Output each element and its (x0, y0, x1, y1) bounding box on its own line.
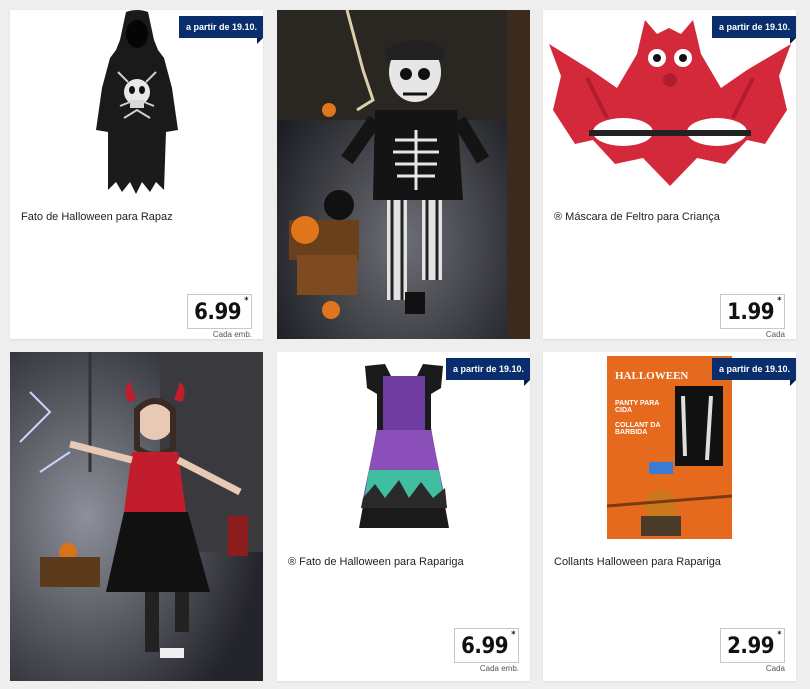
lifestyle-photo-devil-girl[interactable] (10, 352, 263, 681)
skeleton-boy-scene (277, 10, 530, 339)
availability-badge: a partir de 19.10. (711, 358, 796, 386)
devil-girl-scene (10, 352, 263, 681)
price-value: 6.99 (194, 300, 241, 325)
price-unit: Cada (765, 664, 785, 673)
product-card-boy-costume[interactable]: a partir de 19.10. Fato de Halloween par… (10, 10, 263, 339)
availability-badge: a partir de 19.10. (445, 358, 530, 386)
product-name[interactable]: ® Máscara de Feltro para Criança (554, 211, 720, 223)
product-image-tights-pack[interactable]: HALLOWEEN PANTY PARA CIDA COLLANT DA BAR… (607, 356, 732, 539)
product-name[interactable]: ® Fato de Halloween para Rapariga (288, 556, 464, 568)
price-box: 1.99 * (720, 294, 785, 329)
product-image-witch-dress[interactable] (355, 358, 453, 536)
price-asterisk: * (244, 296, 248, 306)
product-image-bat-mask[interactable] (547, 18, 793, 198)
price-value: 1.99 (727, 300, 774, 325)
price-box: 6.99 * (454, 628, 519, 663)
price-unit: Cada (765, 330, 785, 339)
product-image-reaper-costume[interactable] (94, 10, 180, 196)
price-asterisk: * (777, 296, 781, 306)
price-unit: Cada emb. (479, 664, 519, 673)
lifestyle-photo-skeleton-boy[interactable] (277, 10, 530, 339)
pack-artwork (607, 386, 732, 536)
price-box: 6.99 * (187, 294, 252, 329)
price-unit: Cada emb. (212, 330, 252, 339)
mask-wing-shape (549, 20, 791, 186)
availability-badge: a partir de 19.10. (711, 16, 796, 44)
product-card-girl-costume[interactable]: a partir de 19.10. ® Fato de Halloween p… (277, 352, 530, 681)
price-box: 2.99 * (720, 628, 785, 663)
product-name[interactable]: Fato de Halloween para Rapaz (21, 211, 173, 223)
price-asterisk: * (511, 630, 515, 640)
product-card-bat-mask[interactable]: a partir de 19.10. ® Máscara de Feltro p… (543, 10, 796, 339)
product-name[interactable]: Collants Halloween para Rapariga (554, 556, 721, 568)
price-value: 6.99 (461, 634, 508, 659)
availability-badge: a partir de 19.10. (178, 16, 263, 44)
price-asterisk: * (777, 630, 781, 640)
product-card-tights[interactable]: HALLOWEEN PANTY PARA CIDA COLLANT DA BAR… (543, 352, 796, 681)
price-value: 2.99 (727, 634, 774, 659)
